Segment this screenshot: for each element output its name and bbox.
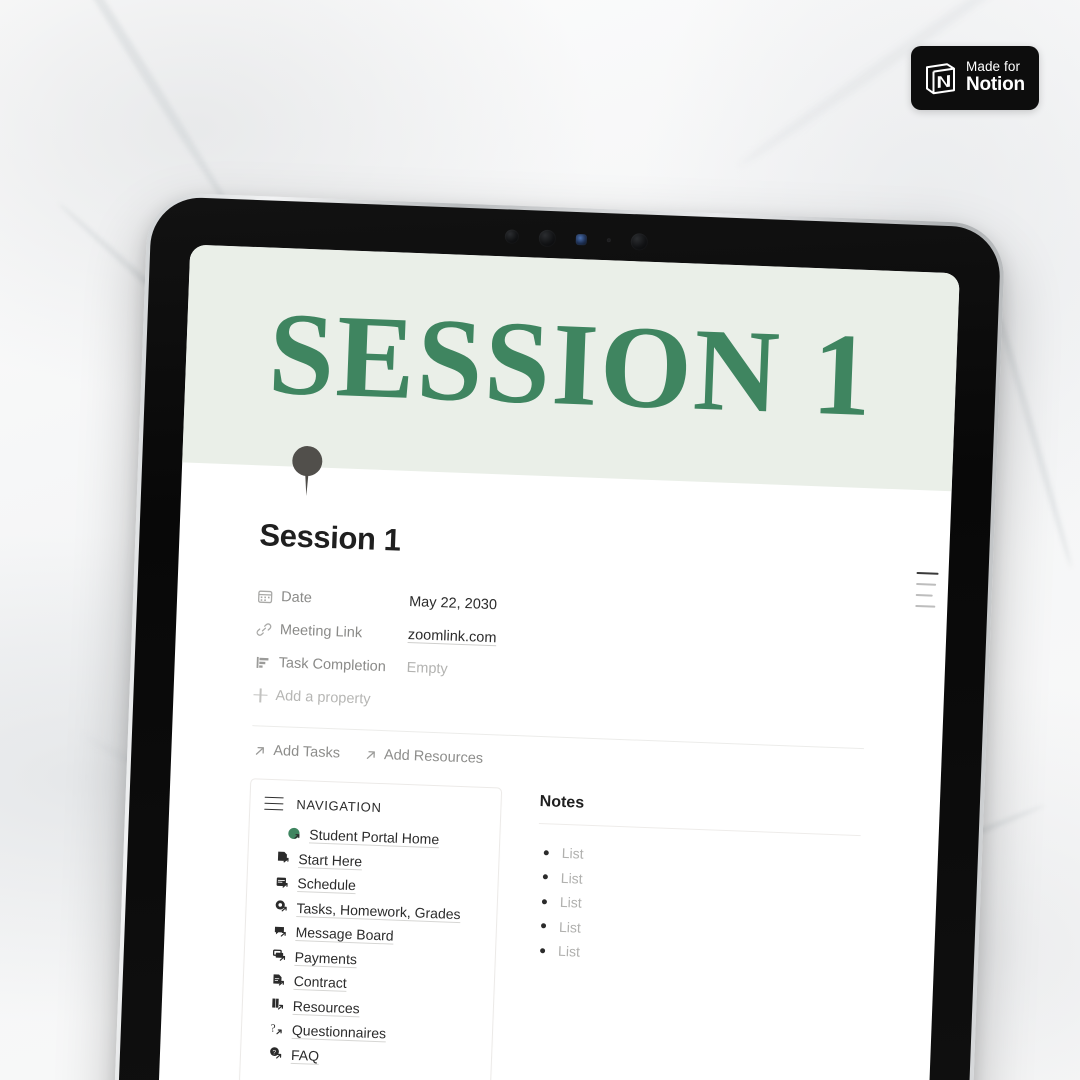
bullet-icon (543, 849, 549, 856)
tablet-bezel: SESSION 1 Session 1 Date May 22, 2030 Me… (114, 196, 1002, 1080)
add-tasks-label: Add Tasks (273, 742, 341, 762)
property-label: Task Completion (278, 654, 387, 675)
sidebar-item-label: FAQ (290, 1046, 320, 1064)
property-key: Meeting Link (256, 621, 408, 643)
microphone-dot-icon (606, 238, 611, 243)
camera-lens-icon (629, 232, 648, 251)
calendar-icon (258, 590, 273, 603)
badge-line-2: Notion (966, 74, 1025, 96)
sidebar-item-label: Resources (292, 997, 361, 1017)
sidebar-item-label: Tasks, Homework, Grades (296, 899, 461, 922)
link-icon (256, 622, 272, 636)
property-key: Date (257, 588, 409, 610)
list-item-label: List (557, 943, 581, 960)
property-value-meeting-link[interactable]: zoomlink.com (408, 626, 497, 645)
badge-line-1: Made for (966, 59, 1021, 75)
document-link-icon (273, 974, 284, 986)
list-item-label: List (559, 894, 583, 911)
sidebar-item-label: Start Here (298, 850, 363, 870)
page-link-icon (277, 851, 289, 863)
add-tasks-button[interactable]: Add Tasks (253, 742, 340, 761)
message-link-icon (274, 926, 286, 937)
tablet-screen: SESSION 1 Session 1 Date May 22, 2030 Me… (154, 244, 960, 1080)
list-item-label: List (560, 869, 583, 887)
bullet-icon (540, 947, 546, 954)
faq-link-icon: ? (270, 1047, 282, 1059)
hamburger-menu-icon[interactable] (264, 796, 284, 811)
plus-icon (253, 688, 268, 703)
cover-title: SESSION 1 (266, 287, 876, 442)
sidebar-item-label: Schedule (297, 875, 357, 894)
navigation-header: NAVIGATION (264, 796, 486, 819)
svg-text:?: ? (270, 1022, 275, 1034)
property-value-task-completion[interactable]: Empty (406, 659, 448, 677)
bullet-icon (540, 923, 547, 929)
notes-divider (538, 823, 861, 837)
page-body: Session 1 Date May 22, 2030 Meeting Link… (155, 462, 952, 1080)
add-resources-label: Add Resources (383, 747, 484, 767)
made-for-notion-badge: Made for Notion (911, 46, 1039, 110)
content-columns: NAVIGATION Student Portal Home Start Her… (238, 778, 862, 1080)
camera-lens-icon (504, 229, 519, 244)
face-id-sensor-icon (575, 233, 587, 245)
sidebar-item-label: Questionnaires (291, 1022, 387, 1042)
sidebar-item-label: Message Board (295, 924, 394, 944)
arrow-up-right-icon (366, 750, 375, 759)
page-title: Session 1 (258, 517, 402, 558)
property-value-date[interactable]: May 22, 2030 (409, 593, 497, 612)
property-list: Date May 22, 2030 Meeting Link zoomlink.… (253, 579, 870, 734)
green-circle-link-icon (288, 827, 300, 839)
status-bars-icon (256, 656, 269, 668)
sidebar-item-label: Contract (293, 973, 347, 992)
property-key: Task Completion (254, 654, 406, 676)
bullet-icon (542, 874, 548, 880)
property-label: Date (280, 588, 313, 606)
camera-lens-icon (538, 229, 556, 247)
add-resources-button[interactable]: Add Resources (364, 746, 484, 767)
arrow-up-right-icon (255, 746, 264, 755)
payment-link-icon (272, 949, 286, 962)
list-item-label: List (558, 918, 582, 936)
folder-link-icon (272, 998, 284, 1010)
add-property-label: Add a property (275, 687, 371, 708)
notes-section: Notes List List List List List (534, 789, 862, 974)
notion-logo-icon (923, 60, 957, 96)
navigation-card: NAVIGATION Student Portal Home Start Her… (238, 778, 503, 1080)
list-item-label: List (561, 845, 584, 862)
tablet-device: SESSION 1 Session 1 Date May 22, 2030 Me… (110, 191, 1006, 1080)
sidebar-item-label: Payments (294, 948, 358, 968)
question-link-icon: ? (270, 1022, 282, 1034)
navigation-heading: NAVIGATION (296, 796, 382, 816)
bullet-icon (541, 898, 548, 905)
sidebar-item-label: Student Portal Home (309, 826, 440, 848)
page-link-icon (275, 900, 287, 912)
calendar-link-icon (276, 877, 288, 888)
property-label: Meeting Link (279, 621, 363, 641)
